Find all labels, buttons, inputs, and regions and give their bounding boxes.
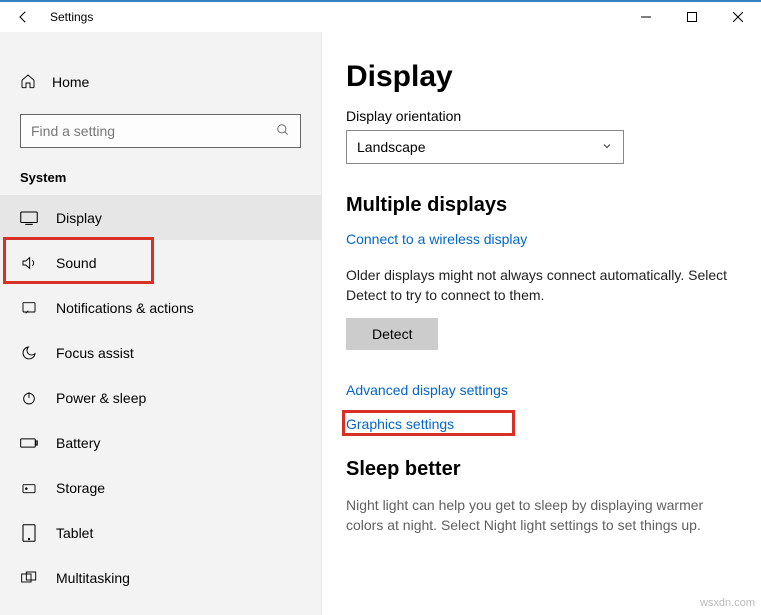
sidebar-item-label: Notifications & actions: [56, 300, 194, 316]
multiple-displays-heading: Multiple displays: [346, 194, 737, 217]
maximize-button[interactable]: [669, 2, 715, 32]
window-controls: [623, 2, 761, 32]
detect-button[interactable]: Detect: [346, 318, 438, 350]
sidebar-item-multitasking[interactable]: Multitasking: [0, 555, 321, 600]
sidebar-home-label: Home: [52, 74, 89, 90]
sidebar-item-label: Tablet: [56, 525, 93, 541]
search-icon: [276, 123, 290, 140]
sidebar-item-label: Storage: [56, 480, 105, 496]
sidebar-item-notifications[interactable]: Notifications & actions: [0, 285, 321, 330]
orientation-select[interactable]: Landscape: [346, 130, 624, 164]
sidebar-item-display[interactable]: Display: [0, 195, 321, 240]
sidebar: Home System Display Sound Notifica: [0, 32, 322, 615]
older-displays-desc: Older displays might not always connect …: [346, 265, 736, 306]
sound-icon: [20, 255, 38, 271]
sidebar-item-label: Display: [56, 210, 102, 226]
main-content: Display Display orientation Landscape Mu…: [322, 32, 761, 615]
graphics-settings-link[interactable]: Graphics settings: [346, 416, 737, 432]
sidebar-item-label: Focus assist: [56, 345, 134, 361]
advanced-display-link[interactable]: Advanced display settings: [346, 382, 737, 398]
battery-icon: [20, 437, 38, 449]
orientation-label: Display orientation: [346, 108, 737, 124]
watermark: wsxdn.com: [700, 597, 755, 609]
sidebar-item-storage[interactable]: Storage: [0, 465, 321, 510]
tablet-icon: [20, 524, 38, 542]
sleep-better-desc: Night light can help you get to sleep by…: [346, 495, 736, 536]
chevron-down-icon: [601, 139, 613, 155]
minimize-button[interactable]: [623, 2, 669, 32]
sidebar-item-sound[interactable]: Sound: [0, 240, 321, 285]
display-icon: [20, 211, 38, 225]
power-icon: [20, 390, 38, 406]
search-input[interactable]: [31, 123, 276, 139]
wireless-display-link[interactable]: Connect to a wireless display: [346, 231, 737, 247]
back-icon[interactable]: [14, 8, 32, 26]
home-icon: [20, 73, 36, 92]
orientation-value: Landscape: [357, 139, 426, 155]
sidebar-home[interactable]: Home: [0, 64, 321, 100]
sidebar-item-label: Battery: [56, 435, 100, 451]
sidebar-item-label: Power & sleep: [56, 390, 146, 406]
sidebar-section-label: System: [20, 170, 321, 185]
search-box[interactable]: [20, 114, 301, 148]
focus-assist-icon: [20, 345, 38, 361]
window-title: Settings: [50, 10, 93, 24]
page-title: Display: [346, 60, 737, 94]
notifications-icon: [20, 300, 38, 316]
sleep-better-heading: Sleep better: [346, 458, 737, 481]
storage-icon: [20, 480, 38, 496]
sidebar-item-label: Multitasking: [56, 570, 130, 586]
sidebar-item-power-sleep[interactable]: Power & sleep: [0, 375, 321, 420]
multitasking-icon: [20, 571, 38, 585]
sidebar-item-tablet[interactable]: Tablet: [0, 510, 321, 555]
sidebar-item-label: Sound: [56, 255, 96, 271]
sidebar-item-battery[interactable]: Battery: [0, 420, 321, 465]
titlebar: Settings: [0, 0, 761, 32]
sidebar-item-focus-assist[interactable]: Focus assist: [0, 330, 321, 375]
close-button[interactable]: [715, 2, 761, 32]
